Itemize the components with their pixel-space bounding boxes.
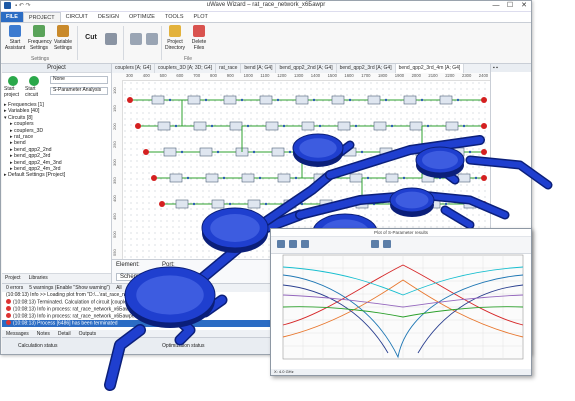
waveguide-arm — [442, 207, 473, 228]
zoom-in-icon[interactable] — [371, 240, 379, 248]
plot-status: X: 4.0 GHz — [271, 369, 531, 375]
plot-window: Plot of S-Parameter results X: 4.0 GHz — [270, 228, 532, 376]
resonator-cavity — [395, 191, 429, 209]
resonator-cavity — [136, 275, 204, 315]
pan-icon[interactable] — [289, 240, 297, 248]
resonator-cavity — [210, 214, 260, 242]
zoom-icon[interactable] — [277, 240, 285, 248]
zoom-out-icon[interactable] — [383, 240, 391, 248]
resonator-cavity — [299, 138, 337, 158]
resonator-cavity — [422, 150, 458, 170]
plot-toolbar — [271, 237, 531, 254]
waveguide-arm — [105, 325, 145, 390]
plot-window-title: Plot of S-Parameter results — [271, 229, 531, 237]
export-icon[interactable] — [301, 240, 309, 248]
sparam-plot[interactable] — [282, 254, 524, 367]
